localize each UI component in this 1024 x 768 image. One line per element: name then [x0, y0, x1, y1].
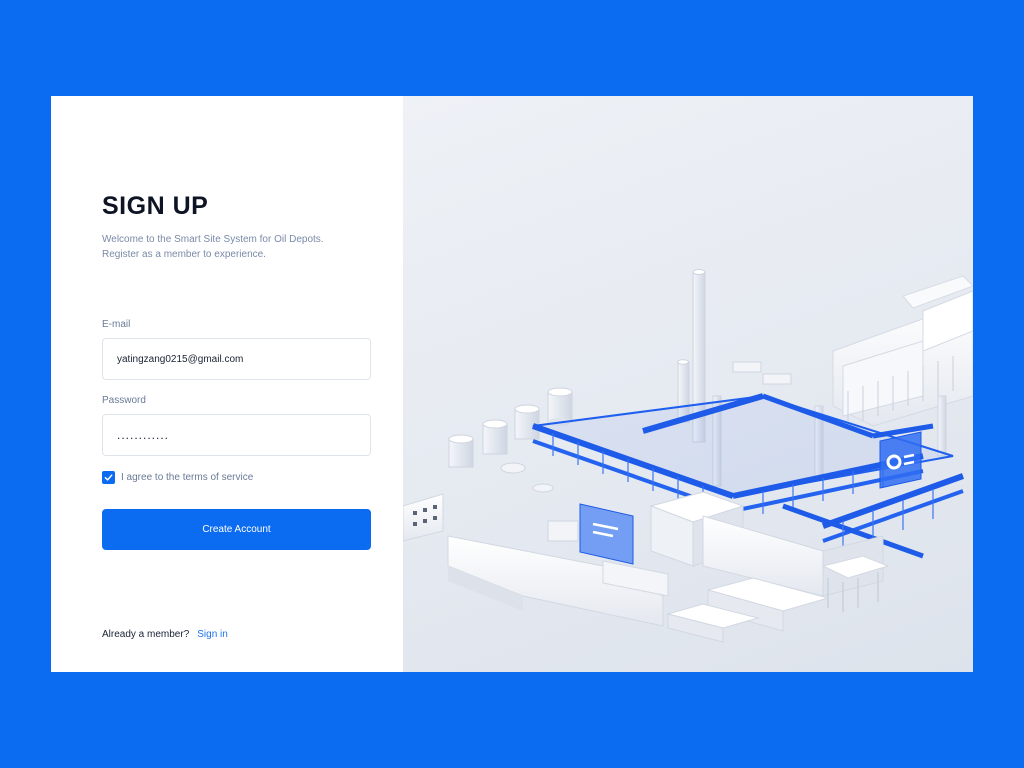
- email-label: E-mail: [102, 319, 131, 330]
- email-field[interactable]: [102, 338, 371, 380]
- already-member-text: Already a member?: [102, 629, 190, 640]
- create-account-button[interactable]: Create Account: [102, 509, 371, 550]
- signup-form-panel: SIGN UP Welcome to the Smart Site System…: [51, 96, 403, 672]
- signin-prompt: Already a member? Sign in: [102, 629, 228, 640]
- password-field[interactable]: [102, 414, 371, 456]
- signup-card: SIGN UP Welcome to the Smart Site System…: [51, 96, 973, 672]
- sign-in-link[interactable]: Sign in: [197, 629, 228, 640]
- warehouse-block: [832, 275, 973, 427]
- check-icon: [104, 474, 113, 481]
- isometric-plant-illustration: [403, 269, 973, 643]
- terms-agreement[interactable]: I agree to the terms of service: [102, 471, 253, 484]
- password-label: Password: [102, 395, 146, 406]
- subtitle-line-2: Register as a member to experience.: [102, 249, 266, 260]
- terms-label: I agree to the terms of service: [121, 472, 254, 483]
- page-title: SIGN UP: [102, 192, 209, 220]
- terms-checkbox[interactable]: [102, 471, 115, 484]
- welcome-subtitle: Welcome to the Smart Site System for Oil…: [102, 232, 324, 262]
- oil-depot-illustration: [403, 96, 973, 672]
- subtitle-line-1: Welcome to the Smart Site System for Oil…: [102, 234, 324, 245]
- white-buildings: [403, 491, 890, 643]
